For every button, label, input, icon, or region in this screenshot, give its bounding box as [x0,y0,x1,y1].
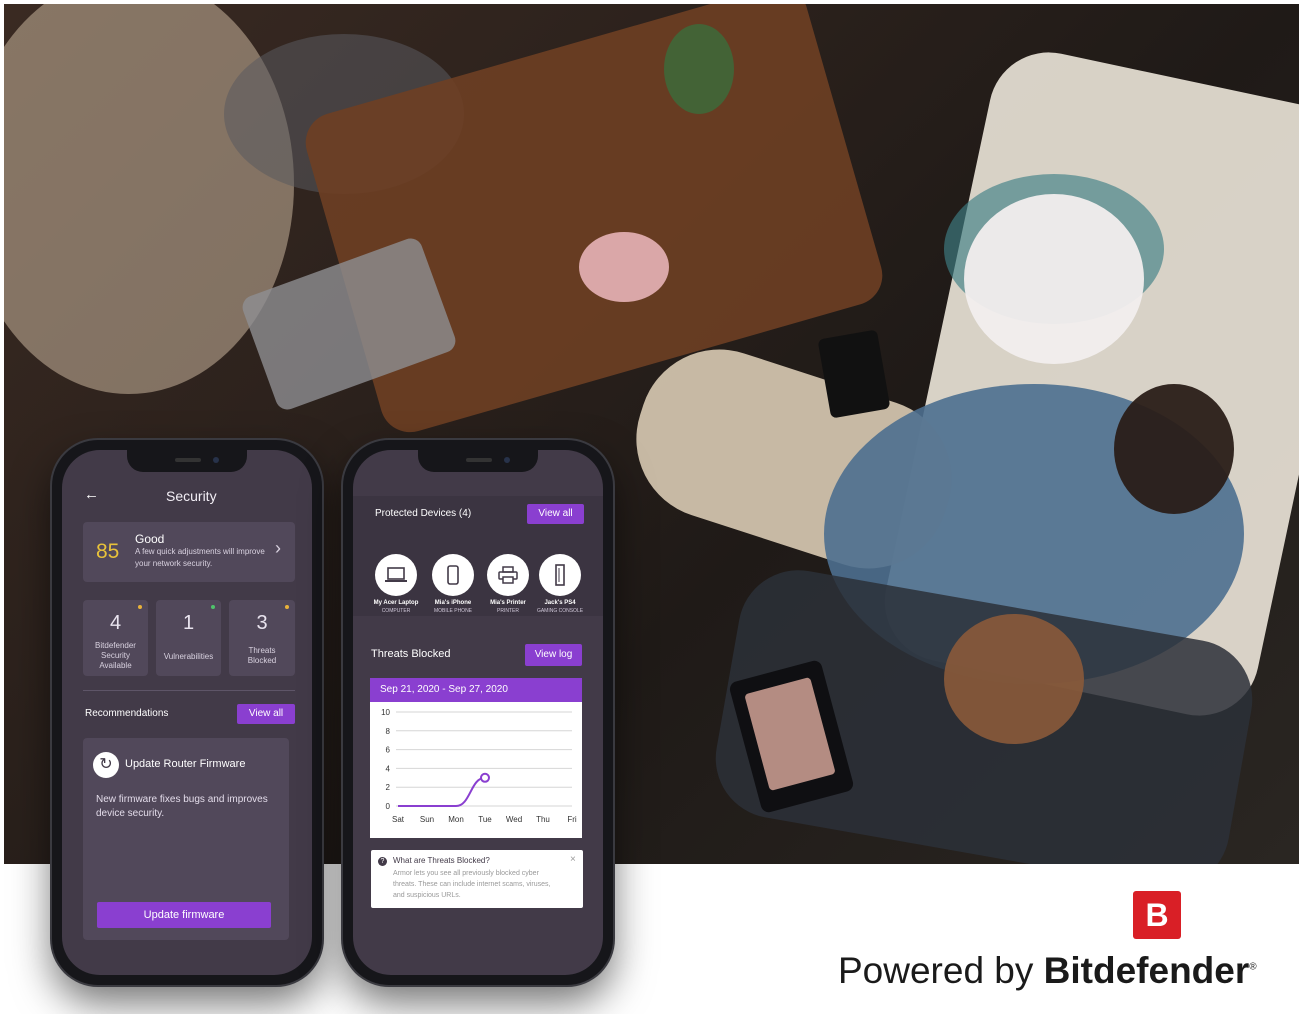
chart-date-range: Sep 21, 2020 - Sep 27, 2020 [380,684,508,695]
threats-chart-card: Sep 21, 2020 - Sep 27, 2020 0 2 4 6 8 10 Sat Su… [370,678,582,838]
y-tick-label: 10 [381,708,390,717]
stat-label-line: Blocked [247,656,277,665]
device-type: GAMING CONSOLE [536,608,584,614]
printer-icon[interactable] [487,554,529,596]
status-dot [138,605,142,609]
y-tick-label: 0 [386,802,391,811]
phone-screen: ← Security 85 Good A few quick adjustmen… [62,450,312,975]
y-tick-label: 4 [386,764,391,773]
status-description-1: A few quick adjustments will improve [135,547,265,556]
stat-label-line: Vulnerabilities [163,652,214,661]
status-dot [211,605,215,609]
x-tick-label: Mon [448,815,464,824]
info-card: ? What are Threats Blocked? × Armor lets… [371,850,583,908]
x-tick-label: Thu [536,815,550,824]
stat-threats-blocked[interactable]: 3 Threats Blocked [229,600,295,676]
device-name: Mia's iPhone [434,600,472,606]
stat-value: 4 [109,612,122,634]
stat-value: 3 [256,612,268,634]
protected-devices-heading: Protected Devices (4) [375,508,472,519]
recommendations-heading: Recommendations [85,708,169,719]
status-description-2: your network security. [135,559,213,568]
security-score: 85 [96,540,120,563]
bitdefender-logo: B [1133,891,1181,939]
stat-value: 1 [182,612,195,634]
x-tick-label: Sun [420,815,434,824]
phone-icon[interactable] [432,554,474,596]
phone-devices: Protected Devices (4) View all My Acer L… [343,440,613,985]
question-icon: ? [378,857,387,866]
laptop-icon[interactable] [375,554,417,596]
recommendation-desc-2: device security. [96,808,165,819]
device-name: Jack's PS4 [544,600,576,606]
back-icon[interactable]: ← [84,486,99,503]
stat-vulnerabilities[interactable]: 1 Vulnerabilities [156,600,221,676]
status-dot [285,605,289,609]
stat-label-line: Threats [248,646,276,655]
info-title: What are Threats Blocked? [393,856,490,865]
phone-notch [418,450,538,472]
brand-name: Bitdefender [1043,950,1250,991]
screen-title: Security [166,488,217,504]
console-icon[interactable] [539,554,581,596]
refresh-icon: ↻ [93,752,119,778]
view-all-devices-button[interactable]: View all [527,504,584,524]
stat-bitdefender-security[interactable]: 4 Bitdefender Security Available [83,600,148,676]
y-tick-label: 8 [386,727,391,736]
threats-blocked-heading: Threats Blocked [371,648,451,660]
x-tick-label: Wed [506,815,522,824]
logo-letter: B [1145,896,1169,933]
security-status: Good [135,532,165,546]
stat-label-line: Available [99,661,132,670]
recommendation-card[interactable]: ↻ Update Router Firmware New firmware fi… [83,738,289,940]
chevron-right-icon: › [275,538,281,558]
threats-line-chart: 0 2 4 6 8 10 Sat Sun Mon Tue Wed Thu Fri [381,708,577,824]
phone-notch [127,450,247,472]
update-firmware-button[interactable]: Update firmware [97,902,271,928]
device-type: PRINTER [497,608,519,614]
powered-by-text: Powered by [838,950,1034,991]
device-type: MOBILE PHONE [433,608,473,614]
info-line: and suspicious URLs. [393,892,461,899]
data-point[interactable] [480,772,490,783]
x-tick-label: Sat [392,815,405,824]
product-banner: ← Security 85 Good A few quick adjustmen… [0,0,1303,1014]
view-all-recommendations-button[interactable]: View all [237,704,295,724]
recommendation-title: Update Router Firmware [125,758,246,770]
y-tick-label: 2 [386,783,391,792]
stat-label-line: Bitdefender [95,641,136,650]
security-score-card[interactable]: 85 Good A few quick adjustments will imp… [83,522,295,582]
x-tick-label: Fri [567,815,577,824]
device-type: COMPUTER [381,608,411,614]
info-line: threats. These can include internet scam… [393,881,551,888]
registered-mark: ® [1249,961,1257,973]
device-name: Mia's Printer [490,600,526,606]
stat-label-line: Security [101,651,130,660]
view-log-button[interactable]: View log [525,644,582,666]
device-name: My Acer Laptop [373,600,419,606]
y-tick-label: 6 [386,746,391,755]
phone-screen: Protected Devices (4) View all My Acer L… [353,450,603,975]
x-tick-label: Tue [478,815,492,824]
chart-date-header: Sep 21, 2020 - Sep 27, 2020 [370,678,582,702]
powered-by-bitdefender: Powered by Bitdefender® [838,950,1257,992]
recommendation-desc-1: New firmware fixes bugs and improves [96,794,268,805]
divider [83,690,295,691]
info-line: Armor lets you see all previously blocke… [393,870,539,877]
threats-series-line [397,776,486,807]
phone-security: ← Security 85 Good A few quick adjustmen… [52,440,322,985]
close-icon[interactable]: × [570,854,576,865]
